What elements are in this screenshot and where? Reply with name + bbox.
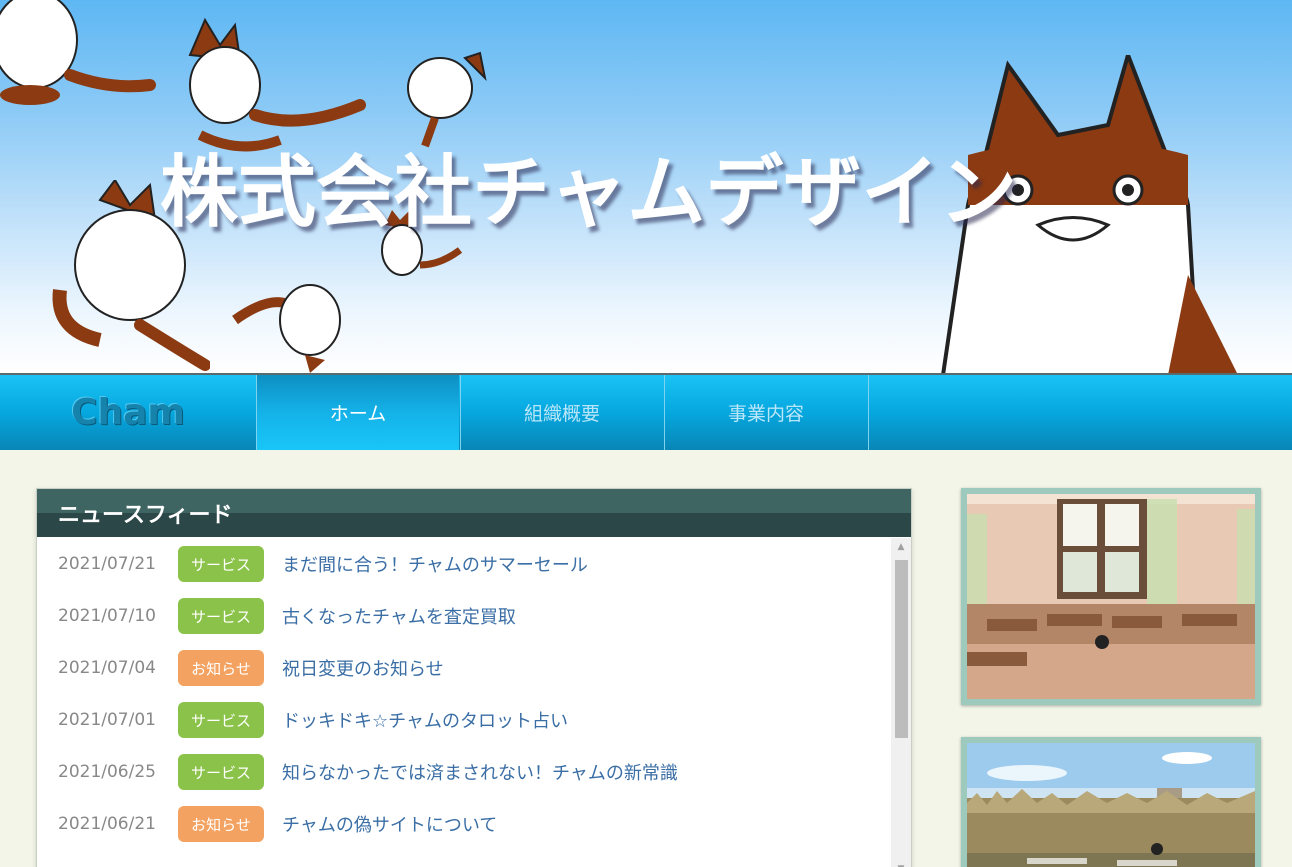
news-item: 2021/07/10 サービス 古くなったチャムを査定買取 — [37, 590, 891, 642]
news-date: 2021/06/25 — [58, 762, 156, 782]
news-title-link[interactable]: 古くなったチャムを査定買取 — [282, 603, 516, 629]
news-scrollbar[interactable]: ▲ ▼ — [891, 538, 911, 867]
scroll-down-arrow-icon[interactable]: ▼ — [891, 860, 911, 867]
nav-logo[interactable]: Cham — [0, 375, 256, 450]
category-badge: サービス — [178, 702, 264, 738]
category-badge: サービス — [178, 754, 264, 790]
news-feed-title: ニュースフィード — [37, 489, 911, 537]
nav-divider — [868, 375, 869, 450]
nav-item-business[interactable]: 事業内容 — [664, 375, 867, 450]
category-badge: お知らせ — [178, 806, 264, 842]
news-feed-panel: ニュースフィード 2021/07/21 サービス まだ間に合う！チャムのサマーセ… — [36, 488, 912, 867]
news-date: 2021/06/21 — [58, 814, 156, 834]
news-item: 2021/06/21 お知らせ チャムの偽サイトについて — [37, 798, 891, 850]
scroll-up-arrow-icon[interactable]: ▲ — [891, 538, 911, 556]
news-title-link[interactable]: まだ間に合う！チャムのサマーセール — [282, 551, 588, 577]
news-list: 2021/07/21 サービス まだ間に合う！チャムのサマーセール 2021/0… — [37, 538, 891, 850]
main-nav: Cham ホーム 組織概要 事業内容 — [0, 373, 1292, 450]
site-title: 株式会社チャムデザイン — [160, 148, 1018, 238]
news-item: 2021/06/25 サービス 知らなかったでは済まされない！チャムの新常識 — [37, 746, 891, 798]
news-title-link[interactable]: 祝日変更のお知らせ — [282, 655, 444, 681]
news-title-link[interactable]: ドッキドキ☆チャムのタロット占い — [282, 707, 568, 733]
category-badge: お知らせ — [178, 650, 264, 686]
cat-illustration — [232, 284, 341, 373]
field-photo[interactable] — [961, 737, 1261, 867]
classroom-photo[interactable] — [961, 488, 1261, 705]
nav-item-home[interactable]: ホーム — [256, 375, 459, 450]
category-badge: サービス — [178, 546, 264, 582]
news-title-link[interactable]: チャムの偽サイトについて — [282, 811, 497, 837]
category-badge: サービス — [178, 598, 264, 634]
news-date: 2021/07/01 — [58, 710, 156, 730]
news-title-link[interactable]: 知らなかったでは済まされない！チャムの新常識 — [282, 759, 678, 785]
news-item: 2021/07/04 お知らせ 祝日変更のお知らせ — [37, 642, 891, 694]
news-date: 2021/07/10 — [58, 606, 156, 626]
news-date: 2021/07/04 — [58, 658, 156, 678]
cat-illustration — [0, 0, 156, 105]
scroll-thumb[interactable] — [895, 560, 908, 738]
nav-item-organization[interactable]: 組織概要 — [460, 375, 663, 450]
header-banner: 株式会社チャムデザイン — [0, 0, 1292, 373]
news-date: 2021/07/21 — [58, 554, 156, 574]
news-item: 2021/07/21 サービス まだ間に合う！チャムのサマーセール — [37, 538, 891, 590]
news-item: 2021/07/01 サービス ドッキドキ☆チャムのタロット占い — [37, 694, 891, 746]
